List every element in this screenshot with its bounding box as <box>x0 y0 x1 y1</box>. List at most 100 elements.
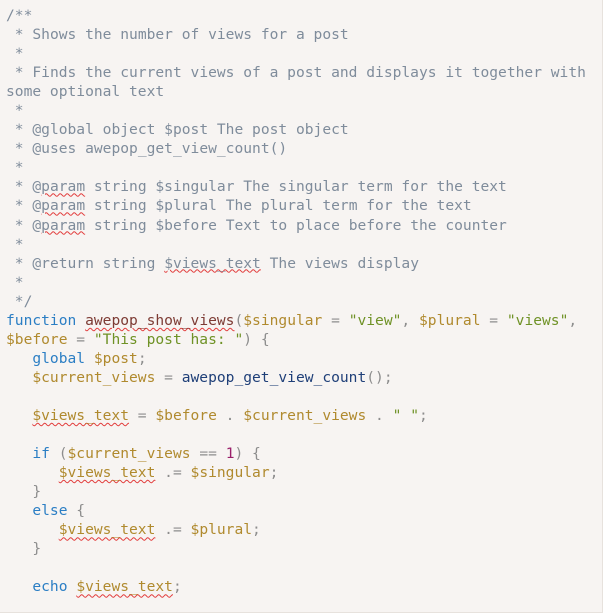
variable-before: $before <box>155 406 217 424</box>
comment-token: * <box>6 159 24 177</box>
comment-token: * <box>6 216 24 234</box>
code-line: * Finds the current views of a post and … <box>6 63 596 101</box>
comment-token: Shows the number of views for a post <box>23 26 349 44</box>
comment-token: * <box>6 254 24 272</box>
opening-brace: { <box>67 502 86 520</box>
assign-operator: = <box>480 311 507 329</box>
doc-tag-param: param <box>41 178 86 196</box>
comma: , <box>568 311 578 329</box>
code-line: $views_text .= $plural; <box>6 520 596 539</box>
paren-open: ( <box>49 445 68 463</box>
closing-brace: } <box>6 483 42 501</box>
doc-tag-uses: @uses <box>23 140 77 158</box>
comment-token: /** <box>6 7 33 24</box>
variable-post: $post <box>93 349 138 367</box>
comment-token: * <box>6 102 24 120</box>
param-plural: $plural <box>419 311 481 329</box>
variable-views-text: $views_text <box>76 578 173 596</box>
param-singular: $singular <box>243 311 323 329</box>
string-space: " " <box>392 406 419 424</box>
comment-token: string $plural The plural term for the t… <box>85 197 472 215</box>
code-line: $views_text .= $singular; <box>6 463 596 482</box>
semicolon: ; <box>137 349 147 367</box>
variable-views-text: $views_text <box>58 464 156 482</box>
code-line: * @param string $singular The singular t… <box>6 177 596 196</box>
keyword-global: global <box>32 349 86 367</box>
paren-close-brace: ) { <box>234 445 261 463</box>
code-line: if ($current_views == 1) { <box>6 444 596 463</box>
assign-operator: = <box>67 330 94 348</box>
comment-token: * <box>6 140 24 158</box>
equality-operator: == <box>190 445 226 463</box>
comment-token: @global object $post The post object <box>23 121 349 139</box>
concat-operator: . <box>216 406 244 424</box>
comment-token: The views display <box>260 254 419 272</box>
string-before-default: "This post has: " <box>93 330 244 348</box>
comment-token: * <box>6 45 24 63</box>
semicolon: ; <box>172 578 182 596</box>
keyword-else: else <box>32 502 68 520</box>
comment-token: * <box>6 197 24 215</box>
code-line: * @return string $views_text The views d… <box>6 254 596 273</box>
variable-current-views: $current_views <box>32 368 156 386</box>
comment-variable: $views_text <box>164 254 261 272</box>
comment-token: string $singular The singular term for t… <box>85 178 507 196</box>
comment-token: * <box>6 178 24 196</box>
code-line: */ <box>6 292 596 311</box>
code-line: /** <box>6 6 596 25</box>
code-line: * @param string $before Text to place be… <box>6 216 596 235</box>
function-call-awepop-get-view-count: awepop_get_view_count <box>181 368 367 386</box>
call-parens-semicolon: (); <box>366 368 393 386</box>
variable-views-text: $views_text <box>58 521 156 539</box>
string-view: "view" <box>348 311 402 329</box>
assign-operator: = <box>322 311 349 329</box>
comment-token: awepop_get_view_count() <box>76 140 288 158</box>
param-before: $before <box>6 330 68 348</box>
variable-plural: $plural <box>190 521 253 539</box>
semicolon: ; <box>269 464 279 482</box>
code-line: } <box>6 482 596 501</box>
variable-views-text: $views_text <box>32 406 130 424</box>
comment-token: * <box>6 26 24 44</box>
doc-tag-param: param <box>41 197 86 215</box>
code-line-function-signature: function awepop_show_views($singular = "… <box>6 311 596 349</box>
string-views: "views" <box>506 311 569 329</box>
comment-token: Finds the current views of a post and di… <box>6 64 595 101</box>
code-line: echo $views_text; <box>6 577 596 596</box>
comma: , <box>401 311 419 329</box>
comment-token: */ <box>6 292 33 310</box>
doc-tag-at: @ <box>23 197 42 215</box>
doc-tag-param: param <box>41 216 86 234</box>
assign-operator: = <box>155 368 182 386</box>
code-line: } <box>6 539 596 558</box>
keyword-function: function <box>6 311 77 329</box>
doc-tag-return: @return string <box>23 254 165 272</box>
code-block[interactable]: /** * Shows the number of views for a po… <box>0 0 602 612</box>
doc-tag-at: @ <box>23 178 42 196</box>
code-line: else { <box>6 501 596 520</box>
code-line: * <box>6 273 596 292</box>
code-line: * Shows the number of views for a post <box>6 25 596 44</box>
doc-tag-at: @ <box>23 216 42 234</box>
semicolon: ; <box>252 521 261 539</box>
code-viewer[interactable]: /** * Shows the number of views for a po… <box>0 0 603 613</box>
code-line: * <box>6 44 596 63</box>
variable-current-views: $current_views <box>67 445 191 463</box>
code-line: * <box>6 235 596 254</box>
concat-assign-operator: .= <box>155 464 191 482</box>
closing-brace: } <box>6 540 42 558</box>
paren-close-brace: ) { <box>243 330 270 348</box>
code-line: * <box>6 158 596 177</box>
code-line: global $post; <box>6 349 596 368</box>
